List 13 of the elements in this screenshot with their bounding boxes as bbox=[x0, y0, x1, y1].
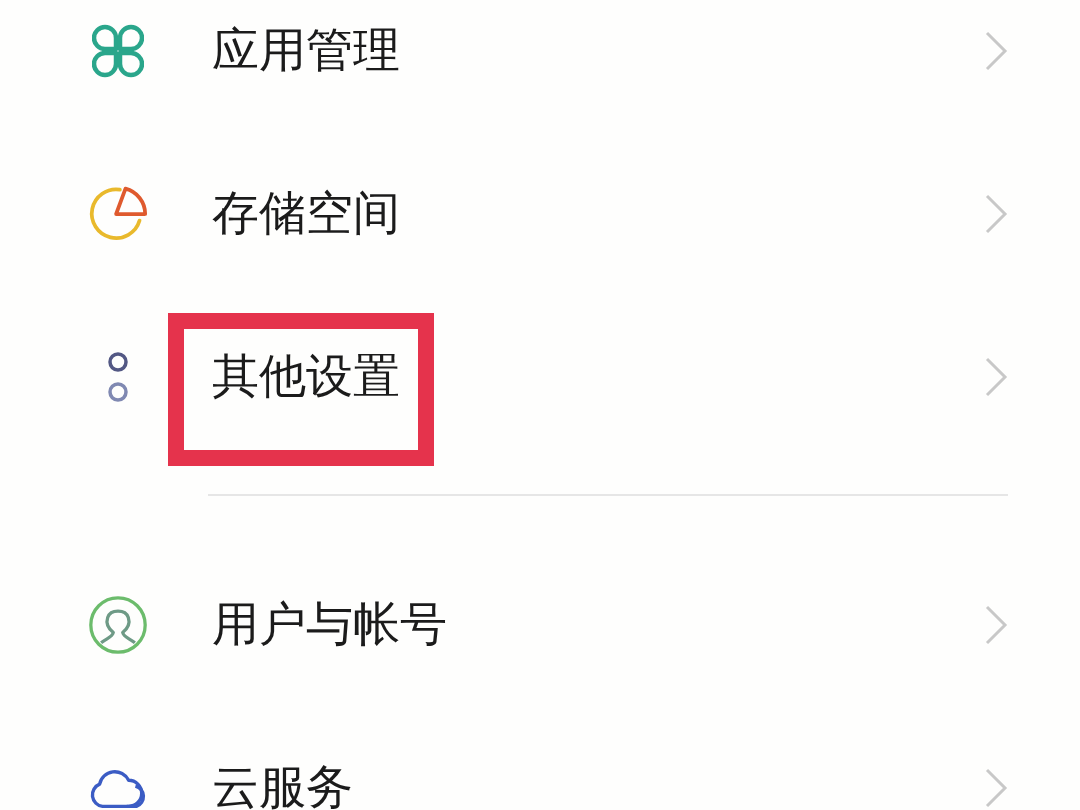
settings-item[interactable]: 存储空间 bbox=[0, 132, 1080, 295]
settings-item[interactable]: 云服务 bbox=[0, 706, 1080, 810]
chevron-right-icon bbox=[984, 29, 1008, 72]
user-icon bbox=[88, 593, 148, 656]
chevron-right-icon bbox=[984, 766, 1008, 809]
two-rings-icon bbox=[107, 350, 129, 403]
chevron-right-icon bbox=[984, 355, 1008, 398]
chevron-right-icon bbox=[984, 603, 1008, 646]
settings-item[interactable]: 应用管理 bbox=[0, 0, 1080, 132]
settings-item[interactable]: 其他设置 bbox=[0, 295, 1080, 458]
clover-icon bbox=[92, 22, 144, 79]
settings-item[interactable]: 用户与帐号 bbox=[0, 543, 1080, 706]
chevron-right-icon bbox=[984, 192, 1008, 235]
